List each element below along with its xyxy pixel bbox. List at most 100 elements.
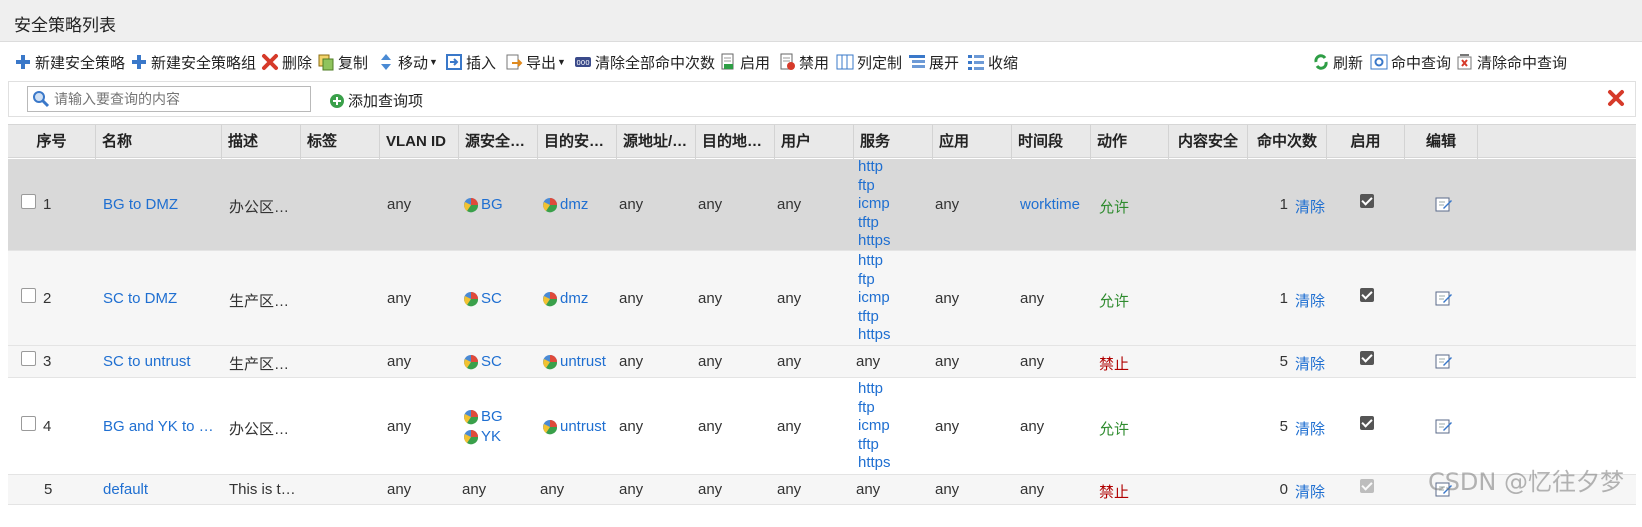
service-link[interactable]: http — [858, 158, 891, 177]
column-header[interactable]: 命中次数 — [1248, 125, 1327, 159]
source-zone-label[interactable]: BG — [481, 196, 503, 213]
service-link[interactable]: https — [858, 326, 891, 345]
edit-icon[interactable] — [1435, 417, 1453, 435]
clear-hits-link[interactable]: 清除 — [1295, 196, 1325, 217]
destination-zone-label[interactable]: dmz — [560, 196, 588, 213]
source-zone-label[interactable]: SC — [481, 353, 502, 370]
enabled-checkbox[interactable] — [1360, 351, 1374, 365]
column-header[interactable]: 动作 — [1091, 125, 1169, 159]
row-checkbox[interactable] — [21, 288, 36, 303]
column-header[interactable]: 源安全… — [459, 125, 538, 159]
clear-hits-link[interactable]: 清除 — [1295, 481, 1325, 502]
column-header[interactable]: 源地址/… — [617, 125, 696, 159]
expand-button[interactable]: 展开 — [908, 50, 959, 74]
row-checkbox[interactable] — [21, 194, 36, 209]
service-link[interactable]: ftp — [858, 177, 891, 196]
add-query-button[interactable]: 添加查询项 — [329, 90, 423, 111]
edit-icon[interactable] — [1435, 352, 1453, 370]
source-zone[interactable]: SC — [463, 290, 502, 307]
destination-zone-label[interactable]: untrust — [560, 418, 606, 435]
clear-hits-link[interactable]: 清除 — [1295, 290, 1325, 311]
service-link[interactable]: https — [858, 232, 891, 251]
source-zone[interactable]: BG — [463, 196, 503, 213]
delete-button[interactable]: 删除 — [261, 50, 312, 74]
service-link[interactable]: https — [858, 454, 891, 473]
service-link[interactable]: icmp — [858, 195, 891, 214]
destination-zone[interactable]: dmz — [542, 196, 588, 213]
column-header[interactable]: 用户 — [775, 125, 854, 159]
search-box[interactable] — [27, 86, 311, 112]
export-button[interactable]: 导出 ▼ — [505, 50, 566, 74]
column-header[interactable]: 标签 — [301, 125, 380, 159]
source-zone-label[interactable]: BG — [481, 408, 503, 425]
policy-name-link[interactable]: default — [103, 481, 148, 498]
column-header[interactable]: 目的地… — [696, 125, 775, 159]
column-header[interactable]: 名称 — [96, 125, 222, 159]
source-zone-label[interactable]: SC — [481, 290, 502, 307]
new-policy-group-button[interactable]: 新建安全策略组 — [130, 50, 256, 74]
source-zone[interactable]: SC — [463, 353, 502, 370]
column-header[interactable]: 目的安… — [538, 125, 617, 159]
destination-zone[interactable]: dmz — [542, 290, 588, 307]
enable-button[interactable]: 启用 — [719, 50, 770, 74]
clear-hit-query-button[interactable]: 清除命中查询 — [1456, 50, 1567, 74]
clear-hits-link[interactable]: 清除 — [1295, 353, 1325, 374]
edit-icon[interactable] — [1435, 289, 1453, 307]
row-checkbox[interactable] — [21, 416, 36, 431]
edit-icon[interactable] — [1435, 195, 1453, 213]
service-link[interactable]: icmp — [858, 417, 891, 436]
service-link[interactable]: tftp — [858, 214, 891, 233]
close-icon[interactable] — [1607, 89, 1625, 107]
table-row[interactable]: 2 SC to DMZ 生产区… any SC dmz any any any http ftp ic… — [8, 251, 1636, 346]
hit-query-button[interactable]: 命中查询 — [1370, 50, 1451, 74]
policy-name-link[interactable]: BG to DMZ — [103, 196, 178, 213]
service-link[interactable]: ftp — [858, 271, 891, 290]
disable-button[interactable]: 禁用 — [778, 50, 829, 74]
new-policy-button[interactable]: 新建安全策略 — [14, 50, 125, 74]
time-range[interactable]: worktime — [1020, 196, 1080, 213]
column-header[interactable]: 内容安全 — [1169, 125, 1248, 159]
policy-name-link[interactable]: BG and YK to … — [103, 418, 214, 435]
table-row[interactable]: 5 default This is t… any any any any any any any a… — [8, 475, 1636, 505]
collapse-button[interactable]: 收缩 — [967, 50, 1018, 74]
column-header[interactable]: 启用 — [1327, 125, 1405, 159]
destination-zone[interactable]: untrust — [542, 353, 606, 370]
insert-button[interactable]: 插入 — [445, 50, 496, 74]
service-link[interactable]: tftp — [858, 308, 891, 327]
table-row[interactable]: 1 BG to DMZ 办公区… any BG dmz any any any http ftp ic… — [8, 158, 1636, 251]
column-header[interactable]: 描述 — [222, 125, 301, 159]
enabled-checkbox[interactable] — [1360, 288, 1374, 302]
enabled-checkbox[interactable] — [1360, 479, 1374, 493]
column-header[interactable]: 序号 — [8, 125, 96, 159]
service-link[interactable]: ftp — [858, 399, 891, 418]
service-link[interactable]: icmp — [858, 289, 891, 308]
table-row[interactable]: 3 SC to untrust 生产区… any SC untrust any any any a… — [8, 346, 1636, 378]
clear-all-hits-button[interactable]: 000 清除全部命中次数 — [574, 50, 715, 74]
column-header[interactable]: 编辑 — [1405, 125, 1478, 159]
service-link[interactable]: tftp — [858, 436, 891, 455]
move-button[interactable]: 移动 ▼ — [377, 50, 438, 74]
table-row[interactable]: 4 BG and YK to … 办公区… any BG YK untrust any any a… — [8, 378, 1636, 475]
source-zone[interactable]: YK — [463, 428, 501, 445]
destination-zone[interactable]: untrust — [542, 418, 606, 435]
clear-hits-link[interactable]: 清除 — [1295, 418, 1325, 439]
column-header[interactable]: 时间段 — [1012, 125, 1091, 159]
enabled-checkbox[interactable] — [1360, 416, 1374, 430]
search-input[interactable] — [54, 89, 304, 109]
column-header[interactable]: 应用 — [933, 125, 1012, 159]
customize-columns-button[interactable]: 列定制 — [836, 50, 902, 74]
column-header[interactable]: VLAN ID — [380, 125, 459, 159]
destination-zone-label[interactable]: untrust — [560, 353, 606, 370]
policy-name-link[interactable]: SC to untrust — [103, 353, 191, 370]
destination-zone-label[interactable]: dmz — [560, 290, 588, 307]
service-link[interactable]: http — [858, 252, 891, 271]
refresh-button[interactable]: 刷新 — [1312, 50, 1363, 74]
policy-name-link[interactable]: SC to DMZ — [103, 290, 177, 307]
row-checkbox[interactable] — [21, 351, 36, 366]
source-zone[interactable]: BG — [463, 408, 503, 425]
copy-button[interactable]: 复制 — [317, 50, 368, 74]
column-header[interactable]: 服务 — [854, 125, 933, 159]
enabled-checkbox[interactable] — [1360, 194, 1374, 208]
service-link[interactable]: http — [858, 380, 891, 399]
source-zone-label[interactable]: YK — [481, 428, 501, 445]
